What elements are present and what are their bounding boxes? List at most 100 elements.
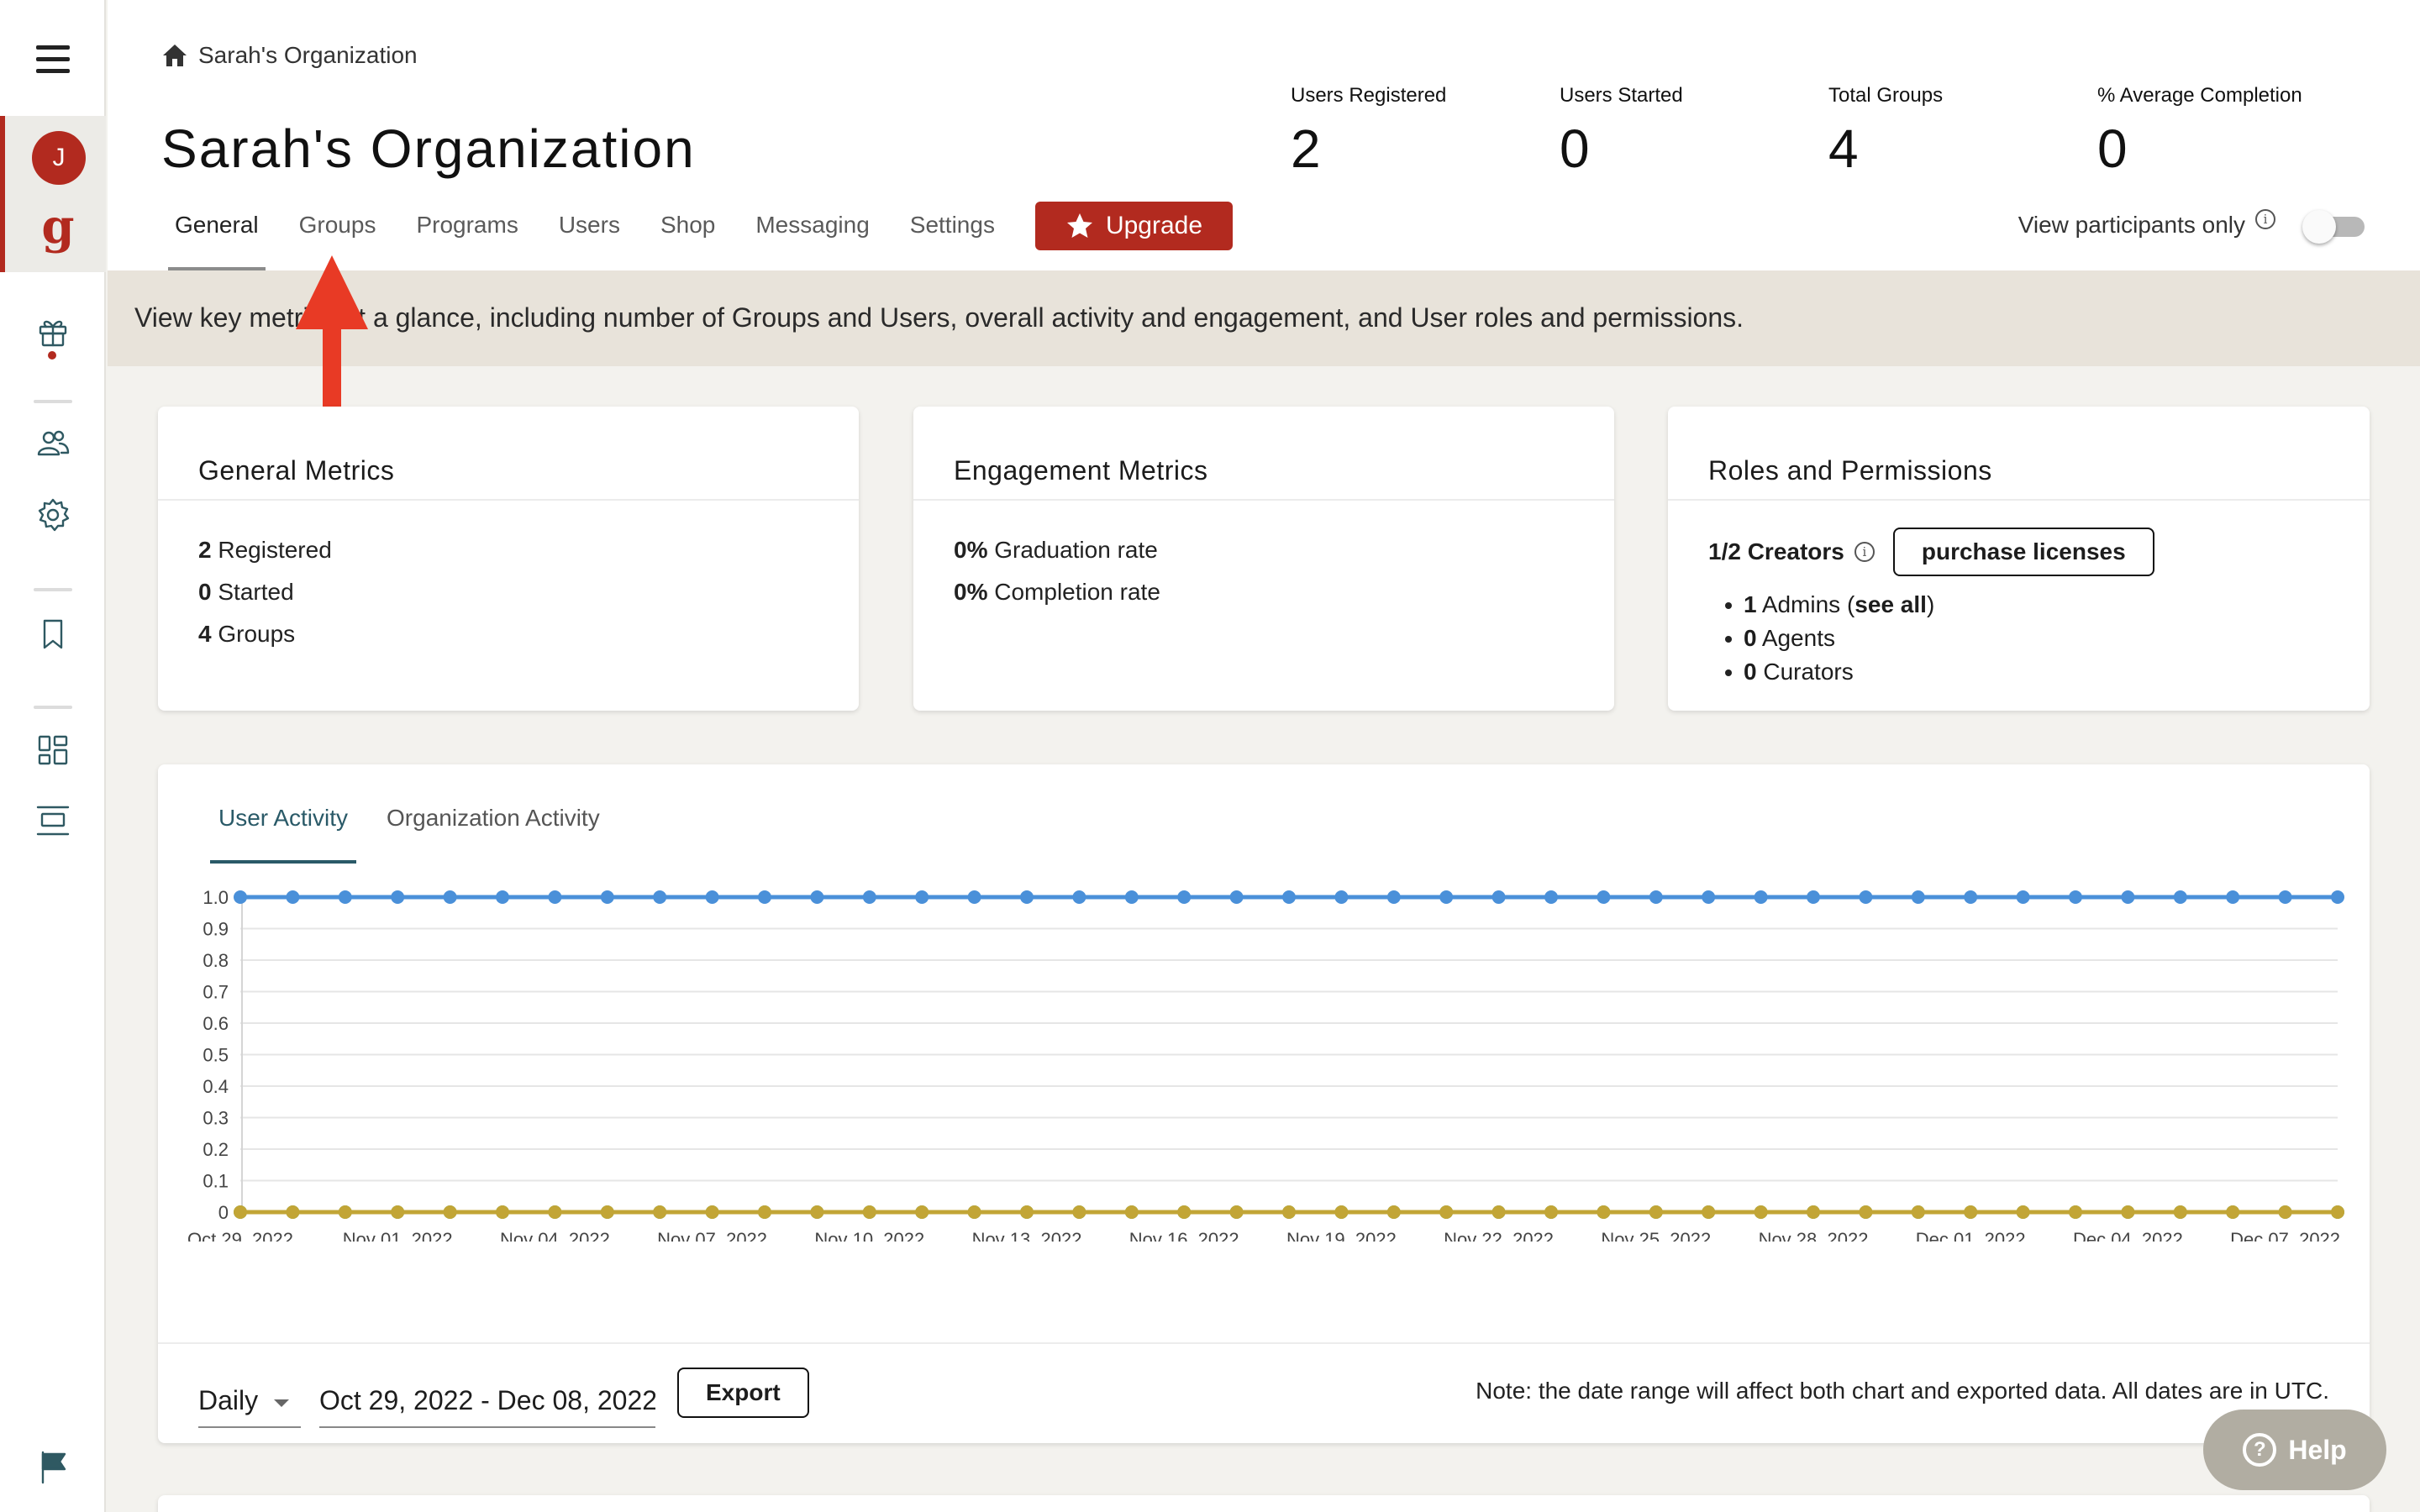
tab-messaging[interactable]: Messaging [749, 202, 876, 270]
dashboard-nav-button[interactable] [0, 721, 106, 780]
export-button[interactable]: Export [677, 1368, 809, 1418]
data-point [1491, 1205, 1506, 1219]
info-banner-text: View key metrics at a glance, including … [134, 302, 1744, 333]
date-range-input[interactable]: Oct 29, 2022 - Dec 08, 2022 [319, 1374, 655, 1428]
see-all-link[interactable]: see all [1854, 591, 1927, 617]
data-point [286, 890, 300, 904]
info-icon[interactable]: i [2255, 209, 2275, 229]
data-point [2016, 1205, 2030, 1219]
data-point [2226, 890, 2240, 904]
activity-tabs: User Activity Organization Activity [210, 795, 630, 864]
stat-average-completion: % Average Completion 0 [2097, 84, 2302, 179]
purchase-licenses-button[interactable]: purchase licenses [1892, 528, 2154, 576]
data-point [338, 1205, 352, 1219]
data-point [1702, 1205, 1716, 1219]
metric-graduation-rate: 0% Graduation rate [954, 537, 1158, 563]
users-nav-button[interactable] [0, 415, 106, 474]
tab-general[interactable]: General [168, 202, 266, 270]
data-point [443, 1205, 457, 1219]
org-logo-icon[interactable]: g [39, 203, 77, 254]
feedback-nav-button[interactable] [0, 1438, 106, 1497]
notification-dot [48, 351, 56, 360]
data-point [1386, 1205, 1401, 1219]
home-icon [163, 45, 187, 66]
tab-shop[interactable]: Shop [654, 202, 722, 270]
data-point [391, 1205, 405, 1219]
data-point [2016, 890, 2030, 904]
tab-settings[interactable]: Settings [903, 202, 1002, 270]
users-icon [37, 430, 70, 456]
data-point [1544, 890, 1558, 904]
avatar[interactable]: J [32, 131, 86, 185]
activity-card: User Activity Organization Activity 1.0 0… [158, 764, 2370, 1443]
list-item-agents: 0 Agents [1708, 622, 1934, 655]
tab-user-activity[interactable]: User Activity [210, 795, 357, 864]
data-point [653, 890, 667, 904]
data-point [548, 1205, 562, 1219]
help-icon: ? [2243, 1433, 2277, 1467]
data-point [2331, 1205, 2344, 1219]
data-point [1807, 1205, 1820, 1219]
creators-count: 1/2 Creators [1708, 538, 1844, 564]
data-point [1282, 1205, 1296, 1219]
data-point [1020, 890, 1034, 904]
upgrade-button[interactable]: Upgrade [1034, 202, 1234, 250]
data-point [653, 1205, 667, 1219]
data-point [2173, 890, 2187, 904]
stats-summary: Users Registered 2 Users Started 0 Total… [1291, 84, 2366, 180]
data-point [862, 890, 876, 904]
roles-list: 1 Admins (see all) 0 Agents 0 Curators [1708, 588, 1934, 689]
data-point [1911, 890, 1925, 904]
data-point [286, 1205, 300, 1219]
list-item-curators: 0 Curators [1708, 655, 1934, 689]
breadcrumb-label[interactable]: Sarah's Organization [198, 42, 418, 69]
data-point [391, 890, 405, 904]
data-point [1177, 890, 1192, 904]
tab-organization-activity[interactable]: Organization Activity [378, 795, 608, 864]
flag-icon [41, 1451, 66, 1484]
stat-users-started: Users Started 0 [1560, 84, 1683, 179]
data-point [1020, 1205, 1034, 1219]
data-point [1439, 1205, 1454, 1219]
data-point [1859, 1205, 1873, 1219]
info-icon[interactable]: i [1854, 542, 1875, 562]
data-point [1386, 890, 1401, 904]
bookmark-icon [43, 619, 63, 649]
bookmarks-nav-button[interactable] [0, 605, 106, 664]
data-point [915, 1205, 929, 1219]
data-point [1282, 890, 1296, 904]
hamburger-menu-button[interactable] [0, 34, 106, 84]
organization-switcher[interactable]: J g [0, 116, 106, 272]
data-point [862, 1205, 876, 1219]
data-point [1964, 890, 1978, 904]
view-participants-toggle[interactable] [2302, 208, 2366, 244]
data-point [1439, 890, 1454, 904]
general-metrics-card: General Metrics 2 Registered 0 Started 4… [158, 407, 859, 711]
hamburger-icon [36, 56, 70, 61]
settings-nav-button[interactable] [0, 486, 106, 544]
data-point [443, 890, 457, 904]
data-point [600, 890, 614, 904]
y-tick-label: 0.4 [203, 1076, 229, 1097]
data-point [2069, 1205, 2082, 1219]
engagement-metrics-card: Engagement Metrics 0% Graduation rate 0%… [913, 407, 1614, 711]
help-button[interactable]: ? Help [2203, 1410, 2386, 1490]
breadcrumb[interactable]: Sarah's Organization [161, 42, 418, 69]
content-nav-button[interactable] [0, 791, 106, 850]
data-point [234, 890, 247, 904]
interval-select[interactable]: Daily [198, 1374, 301, 1428]
data-point [2121, 890, 2135, 904]
tab-users[interactable]: Users [552, 202, 627, 270]
data-point [1807, 890, 1820, 904]
x-tick-label: Nov 07, 2022 [657, 1229, 767, 1242]
data-point [600, 1205, 614, 1219]
upgrade-label: Upgrade [1105, 212, 1203, 239]
tab-programs[interactable]: Programs [409, 202, 524, 270]
data-point [2278, 890, 2292, 904]
x-tick-label: Nov 22, 2022 [1444, 1229, 1554, 1242]
y-tick-label: 0.6 [203, 1013, 229, 1034]
data-point [2069, 890, 2082, 904]
data-point [1597, 1205, 1611, 1219]
x-tick-label: Nov 16, 2022 [1129, 1229, 1239, 1242]
metric-registered: 2 Registered [198, 537, 332, 563]
